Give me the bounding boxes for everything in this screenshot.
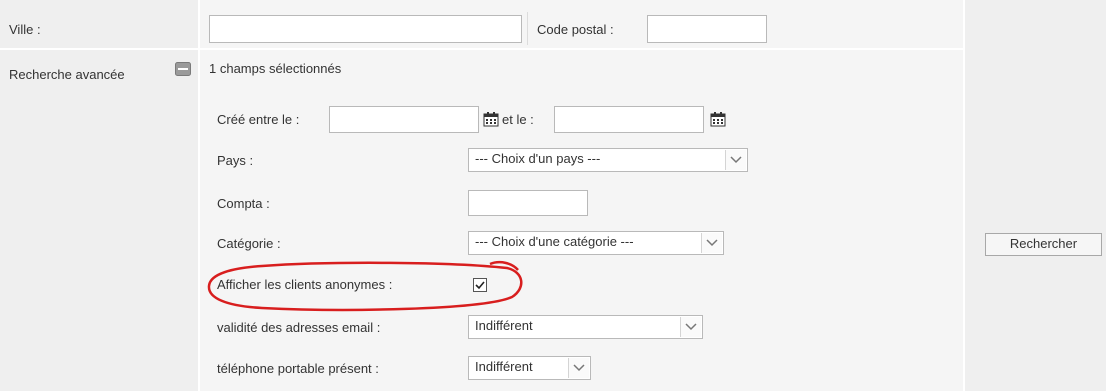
email-validity-select[interactable]: Indifférent (468, 315, 703, 339)
pays-label: Pays : (217, 153, 254, 168)
categorie-select-value: --- Choix d'une catégorie --- (475, 234, 634, 249)
portable-label: téléphone portable présent : (217, 361, 379, 376)
action-column-bg (965, 0, 1106, 391)
email-validity-label: validité des adresses email : (217, 320, 381, 335)
date-end-input[interactable] (554, 106, 704, 133)
ville-input[interactable] (209, 15, 522, 43)
categorie-select[interactable]: --- Choix d'une catégorie --- (468, 231, 724, 255)
calendar-icon[interactable] (483, 111, 499, 127)
ville-label: Ville : (9, 22, 41, 37)
column-divider-2 (963, 0, 965, 391)
row-divider (0, 48, 965, 50)
pays-select-value: --- Choix d'un pays --- (475, 151, 601, 166)
cree-entre-label: Créé entre le : (217, 112, 300, 127)
portable-select[interactable]: Indifférent (468, 356, 591, 380)
search-button[interactable]: Rechercher (985, 233, 1102, 256)
pays-select[interactable]: --- Choix d'un pays --- (468, 148, 748, 172)
advanced-search-label: Recherche avancée (9, 67, 125, 82)
chevron-down-icon[interactable] (568, 358, 589, 378)
code-postal-label: Code postal : (537, 22, 614, 37)
date-start-input[interactable] (329, 106, 479, 133)
email-validity-value: Indifférent (475, 318, 533, 333)
calendar-icon[interactable] (710, 111, 726, 127)
compta-input[interactable] (468, 190, 588, 216)
selected-fields-count: 1 champs sélectionnés (209, 61, 342, 76)
portable-select-value: Indifférent (475, 359, 533, 374)
red-circle-annotation (207, 261, 523, 312)
chevron-down-icon[interactable] (680, 317, 701, 337)
label-column-bg (0, 0, 198, 391)
collapse-toggle-icon[interactable] (175, 62, 191, 76)
compta-label: Compta : (217, 196, 270, 211)
et-le-label: et le : (502, 112, 534, 127)
chevron-down-icon[interactable] (725, 150, 746, 170)
categorie-label: Catégorie : (217, 236, 281, 251)
field-separator (527, 12, 528, 45)
code-postal-input[interactable] (647, 15, 767, 43)
column-divider-1 (198, 0, 200, 391)
chevron-down-icon[interactable] (701, 233, 722, 253)
